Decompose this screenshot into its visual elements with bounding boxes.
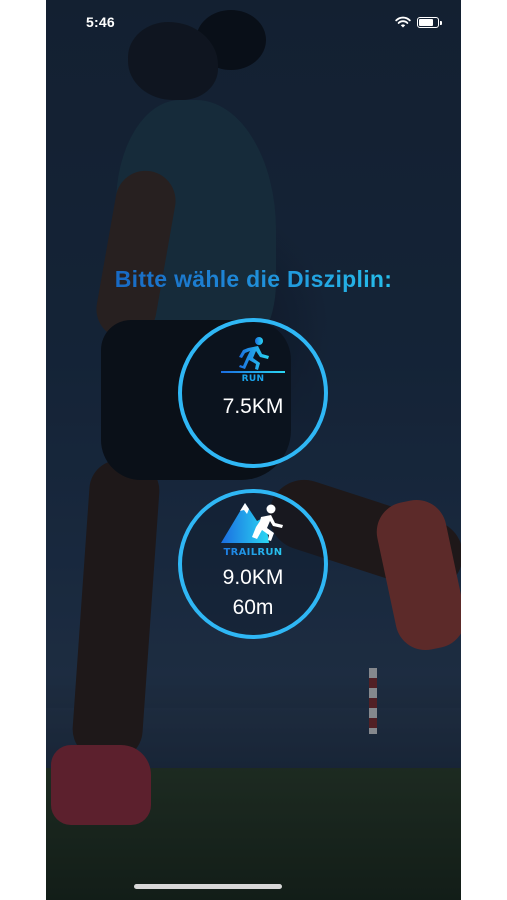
trailrun-badge: TRAILRUN <box>213 497 293 561</box>
discipline-run-button[interactable]: RUN 7.5KM <box>178 318 328 468</box>
battery-level <box>419 18 433 26</box>
status-icons <box>395 16 442 28</box>
run-distance: 7.5KM <box>222 395 284 418</box>
home-indicator[interactable] <box>134 884 282 889</box>
trailrun-distance: 9.0KM <box>222 566 284 589</box>
status-time: 5:46 <box>86 14 115 30</box>
battery-icon <box>417 16 442 28</box>
status-bar: 5:46 <box>46 0 461 44</box>
wifi-icon <box>395 16 411 28</box>
page-title: Bitte wähle die Disziplin: <box>46 266 461 293</box>
runner-icon <box>221 337 285 373</box>
run-badge: RUN <box>218 336 288 390</box>
discipline-trailrun-button[interactable]: TRAILRUN 9.0KM 60m <box>178 489 328 639</box>
phone-screen: 5:46 Bitte wähle die Disziplin: RUN 7.5K… <box>46 0 461 900</box>
mountain-runner-icon <box>221 503 283 543</box>
run-badge-label: RUN <box>241 374 265 384</box>
trailrun-badge-label: TRAILRUN <box>213 547 293 558</box>
trailrun-elevation: 60m <box>232 596 274 619</box>
